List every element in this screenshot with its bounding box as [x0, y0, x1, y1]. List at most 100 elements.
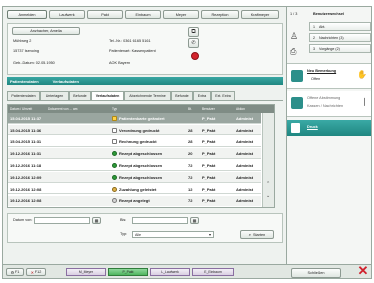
patient-phone: Tel.-Nr.: 0361 6165 5161	[109, 39, 151, 43]
row-type: Rechnung gedruckt	[119, 139, 157, 145]
copy-icon[interactable]: ⧉	[188, 27, 199, 37]
nav-tab-label: Anmelden	[18, 12, 36, 17]
row-user: P_Pakt	[202, 151, 216, 157]
coins-icon	[112, 186, 117, 192]
user-button-label: M_Meyer	[78, 270, 94, 274]
table-row[interactable]: 19.12.2016 11:31 Rezept abgeschlossen 20…	[8, 148, 261, 159]
print-item[interactable]: Druck	[287, 120, 371, 136]
user-button-meyer[interactable]: M_Meyer	[66, 268, 106, 276]
patient-info-panel: Anzhacher, Amelia Mühlweg 2 15737 Isenoi…	[7, 23, 283, 75]
nav-tab-kraftmeyer[interactable]: Kraftmeyer	[241, 10, 279, 19]
f12-button-label: F12	[34, 270, 42, 274]
table-scrollbar[interactable]: ⌃ ⌄	[262, 113, 274, 207]
tab-verlaufsdaten[interactable]: Verlaufsdaten	[91, 91, 124, 100]
nav-tab-laufwerk[interactable]: Laufwerk	[49, 10, 85, 19]
calendar-icon[interactable]: ▦	[92, 217, 101, 224]
row-action: Administ	[236, 127, 254, 133]
column-header-user[interactable]: Benutzer	[200, 105, 234, 113]
tasks-label: Vorgänge (2)	[319, 46, 340, 51]
calendar-icon[interactable]: ▦	[190, 217, 199, 224]
date-to-input[interactable]	[132, 217, 188, 224]
alert-icon[interactable]	[191, 52, 199, 60]
user-button-label: E_Einbaum	[204, 270, 222, 274]
date-to-label: Bis:	[120, 218, 127, 222]
column-header-type[interactable]: Typ	[110, 105, 186, 113]
type-label: Typ:	[120, 232, 128, 236]
note-icon	[291, 70, 303, 82]
patient-name-button[interactable]: Anzhacher, Amelia	[12, 27, 80, 35]
tasks-row[interactable]: 3 Vorgänge (2)	[309, 44, 371, 53]
user-button-pakt[interactable]: P_Pakt	[108, 268, 148, 276]
user-icon[interactable]: ♙	[290, 31, 302, 45]
date-from-input[interactable]	[34, 217, 90, 224]
document-icon	[112, 127, 117, 133]
row-bt: 28	[188, 127, 193, 133]
tab-label: Abzeichnende Termine	[129, 94, 166, 98]
department-label: Abt.	[319, 24, 326, 29]
nav-tab-label: Pakt	[101, 12, 109, 17]
table-row[interactable]: 15.04.2015 11:31 Rechnung gedruckt 28 P_…	[8, 136, 261, 148]
nav-tab-rezeption[interactable]: Rezeption	[201, 10, 239, 19]
tab-extra[interactable]: Extra	[193, 91, 211, 100]
nav-tab-pakt[interactable]: Pakt	[87, 10, 123, 19]
column-header-bt[interactable]: Bt.	[186, 105, 200, 113]
column-header-document[interactable]: Dokument von ... am	[46, 105, 110, 113]
nav-tab-einbaum[interactable]: Einbaum	[125, 10, 161, 19]
row-action: Administ	[236, 162, 254, 168]
column-header-date[interactable]: Datum / Uhrzeit	[8, 105, 46, 113]
hand-icon: ✋	[357, 70, 367, 79]
user-button-einbaum[interactable]: E_Einbaum	[192, 268, 234, 276]
row-type: Rezept abgeschlossen	[119, 174, 163, 180]
table-row[interactable]: 15.04.2015 11:36 Verordnung gedruckt 28 …	[8, 124, 261, 136]
table-row[interactable]: 15.04.2015 11:37 Patientenkarte geändert…	[8, 113, 261, 124]
green-status-icon	[112, 162, 117, 168]
row-date: 19.12.2016 11:18	[10, 162, 42, 168]
note-item[interactable]: Neu Bemerkung Offen ✋	[287, 63, 371, 89]
nav-tab-meyer[interactable]: Meyer	[163, 10, 199, 19]
nav-tab-anmelden[interactable]: Anmelden	[7, 10, 47, 19]
tab-label: Befunde	[175, 94, 189, 98]
phone-icon[interactable]: ✆	[188, 38, 199, 48]
column-header-action[interactable]: Aktion	[234, 105, 261, 113]
nav-tab-label: Einbaum	[135, 12, 151, 17]
table-row[interactable]: 19.12.2016 12:09 Rezept abgeschlossen 72…	[8, 172, 261, 183]
table-row[interactable]: 19.12.2016 11:18 Rezept abgeschlossen 72…	[8, 160, 261, 171]
tab-befunde[interactable]: Befunde	[69, 91, 91, 100]
user-button-laufwerk[interactable]: L_Laufwerk	[150, 268, 190, 276]
search-button[interactable]: ⌕ Starten	[240, 230, 274, 239]
tab-patientendaten[interactable]: Patientendaten	[7, 91, 40, 100]
tab-unterlagen[interactable]: Unterlagen	[40, 91, 69, 100]
scroll-down-icon[interactable]: ⌄	[266, 193, 270, 199]
row-date: 15.04.2015 11:31	[10, 139, 42, 145]
patient-insurance-type: Patientenart: Kassenpatient	[109, 49, 156, 53]
messages-count: 2	[313, 35, 315, 40]
vote-item[interactable]: Offene Abstimmung Kassen / Nachrichten ❘	[287, 91, 371, 117]
close-icon[interactable]: ✕	[356, 264, 370, 278]
nav-tab-label: Kraftmeyer	[250, 12, 270, 17]
scroll-up-icon[interactable]: ⌃	[266, 181, 270, 187]
help-button[interactable]: ⚙ F1	[6, 268, 24, 276]
table-row[interactable]: 19.12.2016 12:08 Zuzahlung geleistet 12 …	[8, 183, 261, 195]
table-row[interactable]: 19.12.2016 12:08 Rezept angelegt 72 P_Pa…	[8, 195, 261, 207]
department-row[interactable]: 1 Abt.	[309, 22, 371, 31]
tab-befunde-2[interactable]: Befunde	[171, 91, 193, 100]
row-date: 19.12.2016 12:09	[10, 174, 42, 180]
printer-icon[interactable]: ⎙	[290, 47, 302, 59]
messages-row[interactable]: 2 Nachrichten (3)	[309, 33, 371, 42]
section-bar: Patientendaten Verlaufsdaten	[7, 77, 283, 85]
f12-button[interactable]: ✕ F12	[26, 268, 46, 276]
messages-label: Nachrichten (3)	[319, 35, 344, 40]
row-type-cell: Rezept abgeschlossen	[110, 148, 186, 159]
tab-label: Ext. Extra	[215, 94, 231, 98]
row-bt: 72	[188, 174, 193, 180]
tab-label: Extra	[197, 94, 207, 98]
tab-ext-extra[interactable]: Ext. Extra	[211, 91, 235, 100]
tab-abzeichnende-termine[interactable]: Abzeichnende Termine	[124, 91, 171, 100]
close-window-button[interactable]: Schließen	[291, 268, 341, 278]
type-select[interactable]: Alle ▾	[132, 231, 214, 238]
green-status-icon	[112, 151, 117, 157]
row-bt: 12	[188, 186, 193, 192]
invoice-icon	[112, 139, 117, 145]
row-type-cell: Rezept angelegt	[110, 196, 186, 207]
vote-icon	[291, 97, 303, 109]
